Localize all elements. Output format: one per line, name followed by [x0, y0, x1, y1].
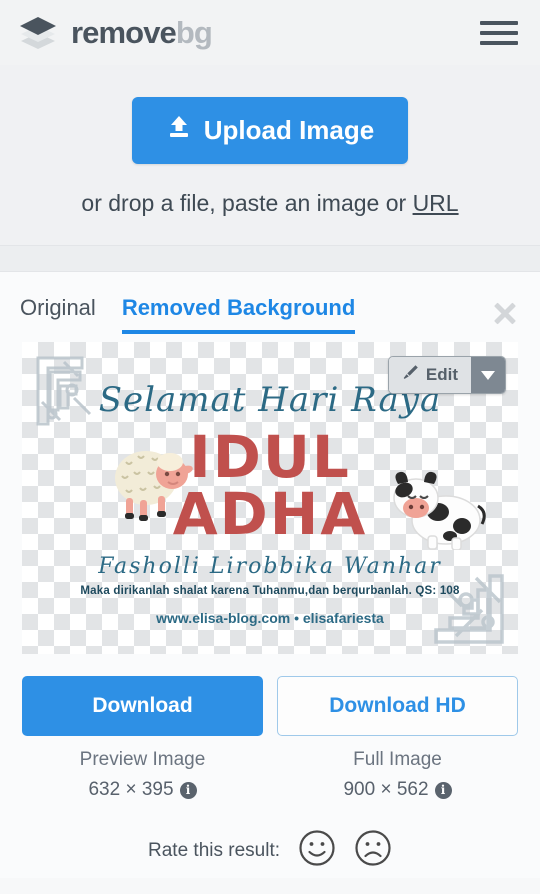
download-preview-group: Download Preview Image 632 × 395 i [22, 676, 263, 801]
download-row: Download Preview Image 632 × 395 i Downl… [22, 676, 518, 801]
download-preview-label: Preview Image [79, 749, 206, 770]
section-divider [0, 246, 540, 272]
download-full-dimensions: 900 × 562 i [277, 779, 518, 801]
upload-image-button[interactable]: Upload Image [131, 97, 409, 164]
edit-button-label: Edit [425, 365, 458, 384]
info-icon[interactable]: i [179, 781, 197, 799]
smiley-happy-icon[interactable] [298, 829, 336, 872]
paintbrush-icon [402, 364, 419, 386]
full-dimensions-value: 900 × 562 [343, 779, 429, 800]
preview-dimensions-value: 632 × 395 [88, 779, 174, 800]
close-x-icon[interactable] [490, 298, 520, 328]
cow-illustration [393, 471, 486, 550]
app-header: removebg [0, 0, 540, 65]
hamburger-bar [480, 40, 518, 45]
tab-removed-background[interactable]: Removed Background [121, 295, 356, 334]
rating-label: Rate this result: [148, 839, 280, 861]
artwork-verse: Maka dirikanlah shalat karena Tuhanmu,da… [80, 585, 460, 597]
download-hd-button[interactable]: Download HD [277, 676, 518, 736]
edit-button-group[interactable]: Edit [387, 356, 506, 394]
hamburger-bar [480, 20, 518, 25]
download-preview-dimensions: 632 × 395 i [22, 779, 263, 801]
layers-diamond-icon [18, 16, 58, 50]
url-link[interactable]: URL [413, 190, 459, 216]
artwork-website: www.elisa-blog.com • elisafariesta [156, 610, 384, 626]
brand-text-remove: remove [71, 15, 177, 50]
edit-button[interactable]: Edit [388, 357, 471, 393]
rating-row: Rate this result: [0, 829, 540, 872]
download-button[interactable]: Download [22, 676, 263, 736]
chevron-down-icon[interactable] [471, 357, 505, 393]
hamburger-bar [480, 30, 518, 35]
result-tabbar: Original Removed Background [0, 272, 540, 334]
upload-arrow-icon [166, 114, 192, 147]
download-hd-group: Download HD Full Image 900 × 562 i [277, 676, 518, 801]
artwork-subtitle: Fasholli Lirobbika Wanhar [98, 554, 442, 579]
brand-text-bg: bg [175, 15, 213, 50]
upload-dropzone[interactable]: Upload Image or drop a file, paste an im… [0, 65, 540, 246]
tab-original[interactable]: Original [20, 295, 96, 334]
hamburger-menu-icon[interactable] [480, 18, 518, 48]
result-panel: Original Removed Background Selamat Hari… [0, 272, 540, 878]
brand-wordmark: removebg [71, 15, 213, 50]
upload-hint: or drop a file, paste an image or URL [0, 190, 540, 217]
upload-button-label: Upload Image [203, 115, 375, 145]
download-full-label: Full Image [353, 749, 442, 770]
smiley-sad-icon[interactable] [354, 829, 392, 872]
image-preview[interactable]: Selamat Hari Raya IDUL ADHA Fasholli Lir… [22, 342, 518, 654]
info-icon[interactable]: i [434, 781, 452, 799]
upload-hint-text: or drop a file, paste an image or [81, 190, 413, 216]
brand-logo[interactable]: removebg [18, 15, 213, 50]
